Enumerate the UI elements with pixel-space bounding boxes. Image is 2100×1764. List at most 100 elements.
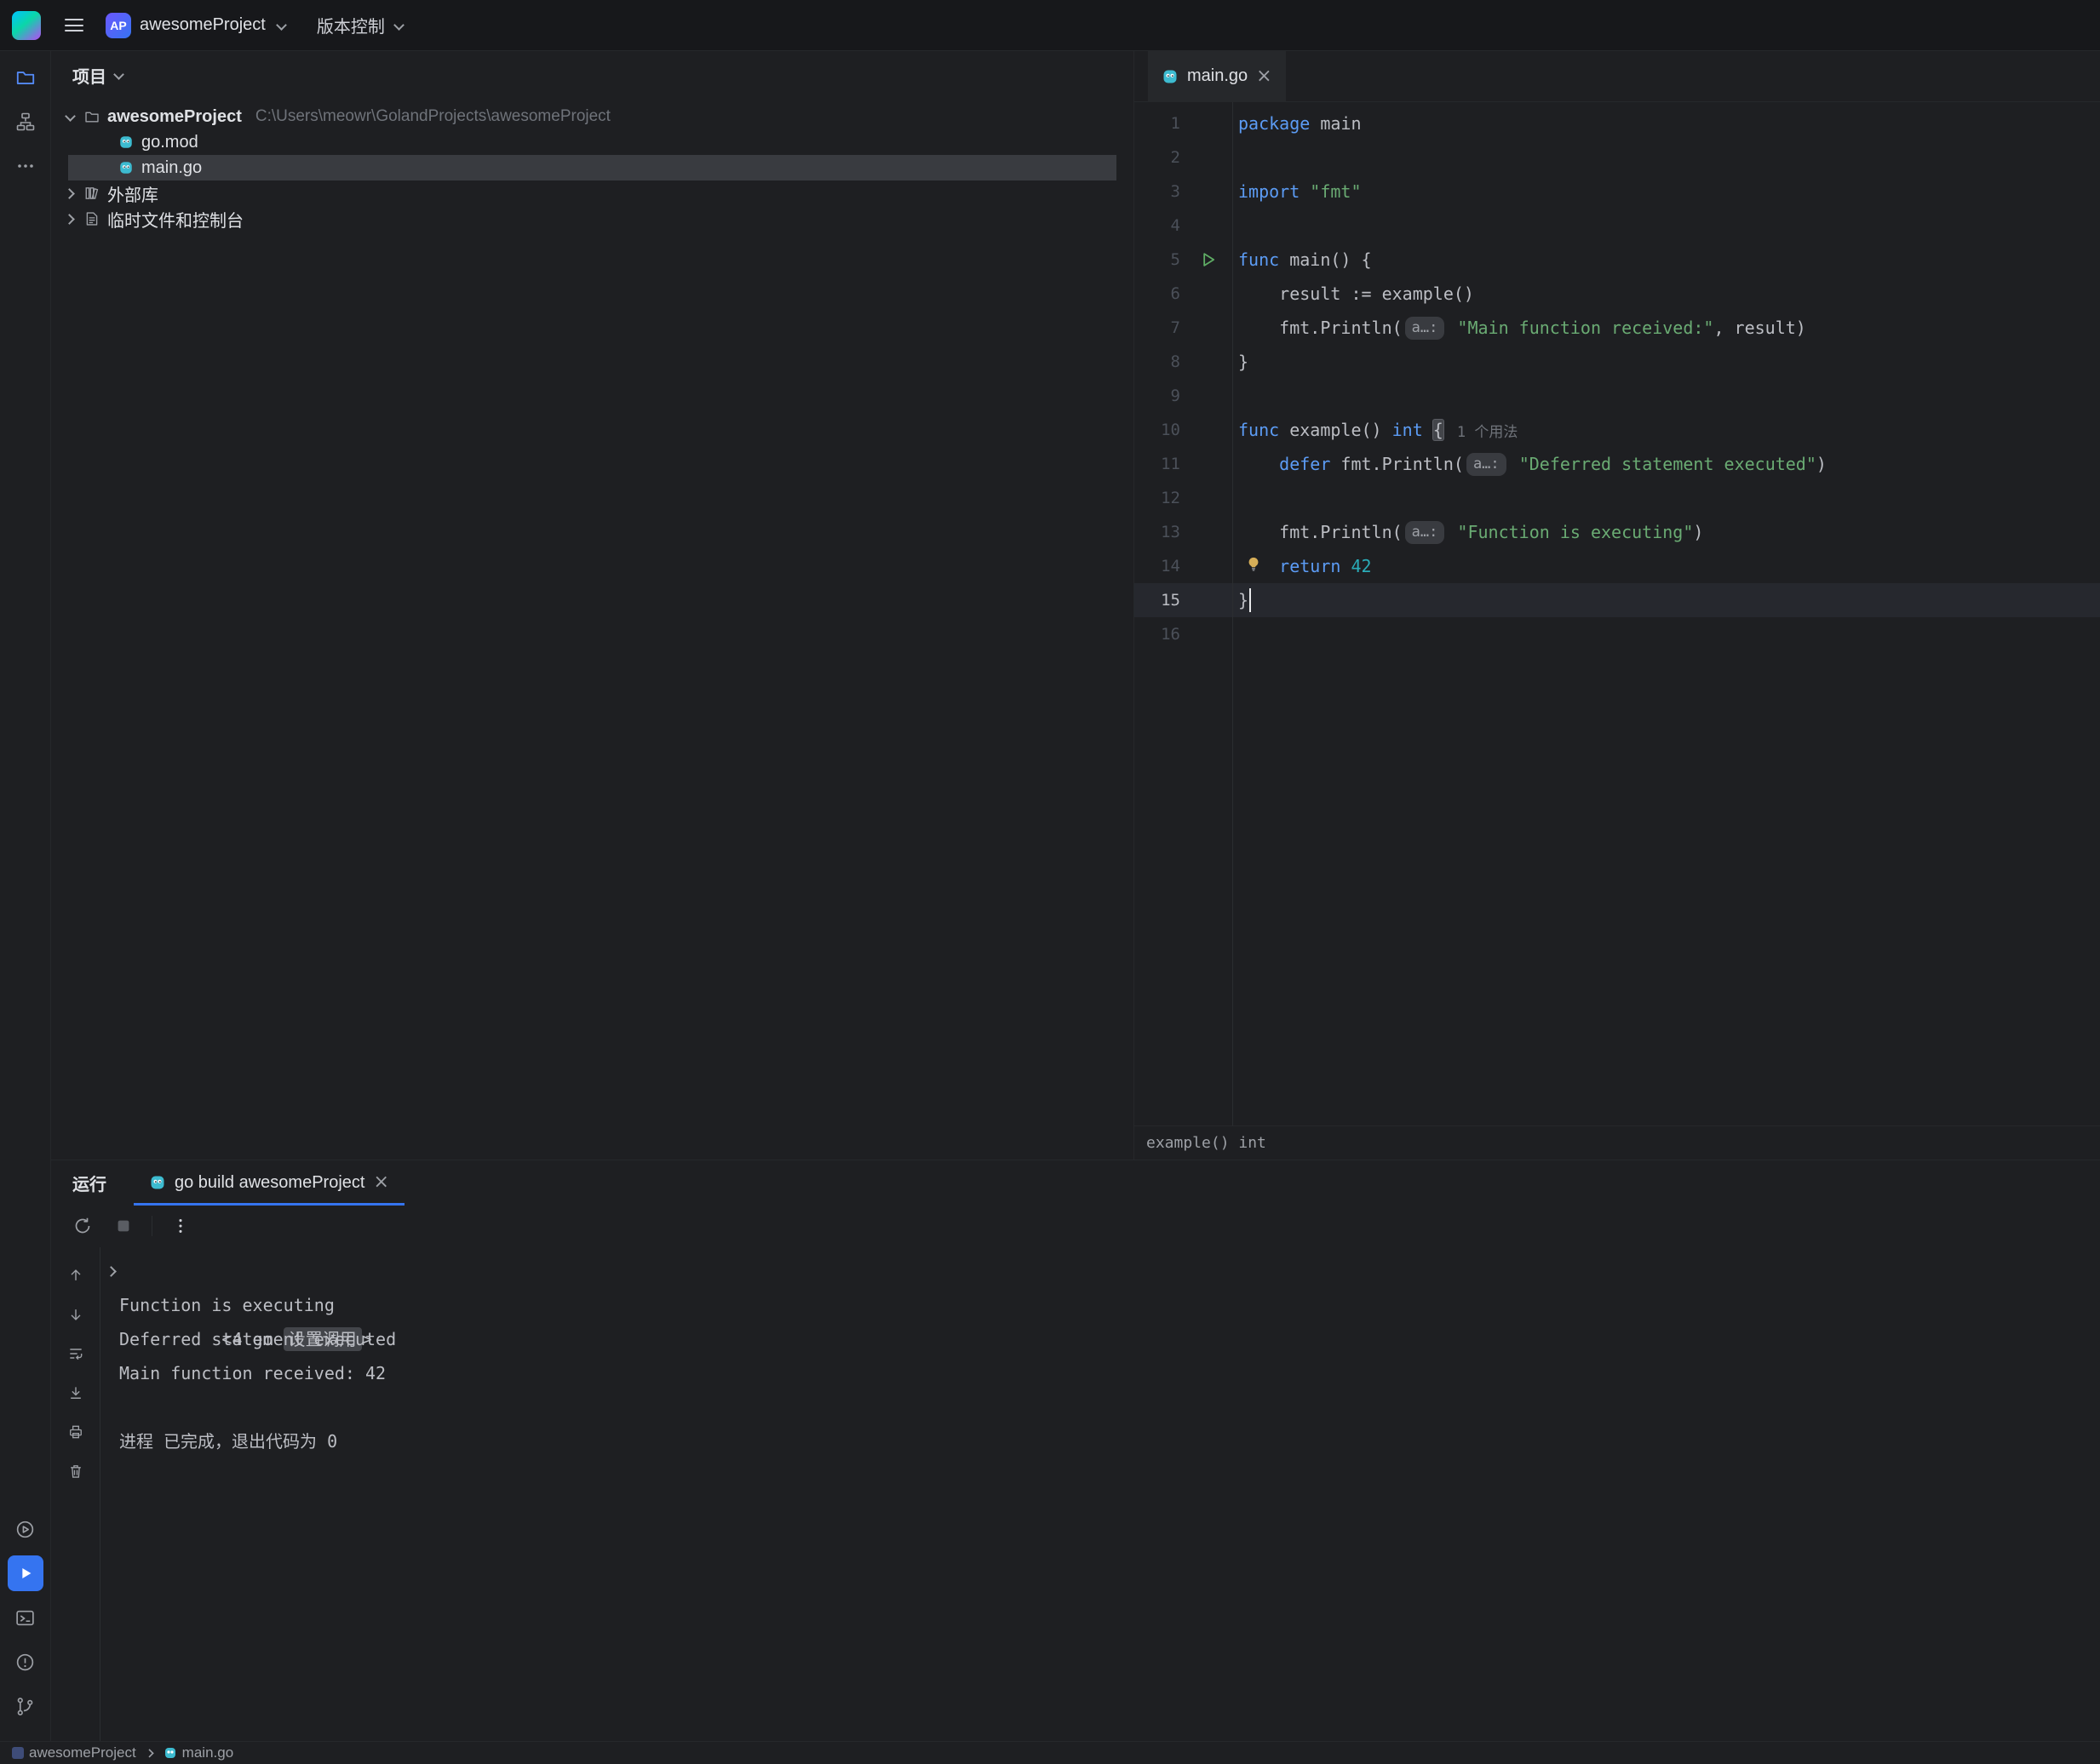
token-str: "Deferred statement executed": [1519, 454, 1816, 474]
console-line: Function is executing: [119, 1288, 2100, 1322]
console-toolbar: [51, 1247, 100, 1741]
statusbar-project-crumb[interactable]: awesomeProject: [12, 1744, 136, 1761]
code-line[interactable]: 1package main: [1134, 106, 2100, 140]
fold-expand-icon[interactable]: [105, 1254, 118, 1288]
token-p: }: [1238, 352, 1248, 372]
tree-row-main-go[interactable]: main.go: [68, 155, 1116, 180]
project-tool-button[interactable]: [8, 60, 43, 95]
code-line[interactable]: 3import "fmt": [1134, 175, 2100, 209]
scroll-end-icon: [67, 1384, 84, 1401]
tree-file-label: main.go: [141, 158, 202, 178]
soft-wrap-button[interactable]: [65, 1343, 87, 1365]
code-text: }: [1232, 352, 1248, 372]
code-line[interactable]: 14 return 42: [1134, 549, 2100, 583]
tree-row-project-root[interactable]: awesomeProject C:\Users\meowr\GolandProj…: [51, 104, 1133, 129]
code-line[interactable]: 13 fmt.Println(a…: "Function is executin…: [1134, 515, 2100, 549]
run-toolbar: [51, 1205, 2100, 1247]
run-body: <4 go 设置调用> Function is executing Deferr…: [51, 1247, 2100, 1741]
token-p: [1447, 318, 1457, 338]
code-line[interactable]: 4: [1134, 209, 2100, 243]
run-tab-go-build[interactable]: go build awesomeProject ×: [134, 1160, 405, 1205]
code-text: fmt.Println(a…: "Main function received:…: [1232, 317, 1806, 340]
main-toolbar: AP awesomeProject 版本控制: [0, 0, 2100, 51]
token-p: [1340, 556, 1351, 576]
tree-file-label: go.mod: [141, 133, 198, 152]
chevron-right-icon[interactable]: [63, 212, 77, 226]
code-line[interactable]: 7 fmt.Println(a…: "Main function receive…: [1134, 311, 2100, 345]
up-stacktrace-button[interactable]: [65, 1264, 87, 1286]
code-line[interactable]: 6 result := example(): [1134, 277, 2100, 311]
code-line[interactable]: 9: [1134, 379, 2100, 413]
chevron-right-icon[interactable]: [63, 186, 77, 200]
code-line[interactable]: 12: [1134, 481, 2100, 515]
problems-tool-button[interactable]: [8, 1644, 43, 1680]
token-hint: a…:: [1405, 521, 1445, 544]
services-tool-button[interactable]: [8, 1511, 43, 1547]
run-tool-button[interactable]: [8, 1555, 43, 1591]
line-number: 13: [1134, 523, 1184, 541]
scroll-to-end-button[interactable]: [65, 1382, 87, 1404]
code-line[interactable]: 5func main() {: [1134, 243, 2100, 277]
trash-icon: [67, 1463, 84, 1480]
line-number: 14: [1134, 557, 1184, 576]
clear-console-button[interactable]: [65, 1460, 87, 1482]
run-panel-title[interactable]: 运行: [72, 1171, 106, 1195]
token-str: "fmt": [1310, 181, 1361, 202]
tree-root-label: awesomeProject: [107, 107, 242, 127]
token-str: "Function is executing": [1457, 522, 1693, 542]
rerun-button[interactable]: [70, 1213, 95, 1239]
stop-button[interactable]: [111, 1213, 136, 1239]
tree-row-go-mod[interactable]: go.mod: [51, 129, 1133, 155]
token-p: example(): [1279, 420, 1391, 440]
run-panel-header: 运行 go build awesomeProject ×: [51, 1160, 2100, 1205]
arrow-down-icon: [67, 1306, 84, 1323]
intention-bulb-icon[interactable]: [1245, 556, 1262, 573]
play-circle-icon: [14, 1519, 36, 1540]
main-menu-button[interactable]: [65, 19, 83, 32]
statusbar-file-crumb[interactable]: main.go: [164, 1744, 233, 1761]
more-tool-windows-button[interactable]: [8, 148, 43, 184]
token-p: fmt.Println(: [1238, 522, 1403, 542]
vcs-widget[interactable]: 版本控制: [317, 13, 405, 37]
library-icon: [83, 185, 100, 202]
code-lines[interactable]: 1package main23import "fmt" 4 5func main()…: [1134, 102, 2100, 1125]
folder-icon: [14, 66, 37, 89]
print-button[interactable]: [65, 1421, 87, 1443]
project-avatar: AP: [106, 13, 131, 38]
token-p: ): [1816, 454, 1827, 474]
close-icon[interactable]: ×: [1256, 67, 1271, 86]
tree-node-label: 临时文件和控制台: [107, 207, 244, 232]
line-number: 16: [1134, 625, 1184, 644]
chevron-down-icon[interactable]: [63, 110, 77, 123]
token-p: fmt.Println(: [1238, 318, 1403, 338]
token-kw: func: [1238, 249, 1279, 270]
tree-row-external-libraries[interactable]: 外部库: [51, 180, 1133, 206]
code-line[interactable]: 11 defer fmt.Println(a…: "Deferred state…: [1134, 447, 2100, 481]
terminal-icon: [14, 1607, 36, 1629]
project-panel-header[interactable]: 项目: [51, 51, 1133, 99]
project-tree: awesomeProject C:\Users\meowr\GolandProj…: [51, 99, 1133, 232]
structure-tool-button[interactable]: [8, 104, 43, 140]
more-options-button[interactable]: [168, 1213, 193, 1239]
goland-window: AP awesomeProject 版本控制: [0, 0, 2100, 1764]
down-stacktrace-button[interactable]: [65, 1303, 87, 1326]
line-number: 4: [1134, 216, 1184, 235]
code-text: fmt.Println(a…: "Function is executing"): [1232, 521, 1703, 544]
run-gutter-icon[interactable]: [1184, 250, 1232, 269]
close-icon[interactable]: ×: [373, 1173, 388, 1192]
terminal-tool-button[interactable]: [8, 1600, 43, 1635]
stop-icon: [114, 1217, 133, 1235]
code-line[interactable]: 2: [1134, 140, 2100, 175]
code-line[interactable]: 10func example() int {1 个用法: [1134, 413, 2100, 447]
code-line[interactable]: 8}: [1134, 345, 2100, 379]
code-line[interactable]: 15}: [1134, 583, 2100, 617]
project-icon: [12, 1747, 24, 1759]
tree-row-scratches[interactable]: 临时文件和控制台: [51, 206, 1133, 232]
go-file-icon: [1162, 68, 1179, 85]
version-control-tool-button[interactable]: [8, 1688, 43, 1724]
context-bar[interactable]: example() int: [1134, 1125, 2100, 1160]
line-number: 10: [1134, 421, 1184, 439]
editor-tab-main-go[interactable]: main.go ×: [1148, 51, 1286, 101]
code-line[interactable]: 16: [1134, 617, 2100, 651]
project-widget[interactable]: AP awesomeProject: [106, 13, 288, 38]
